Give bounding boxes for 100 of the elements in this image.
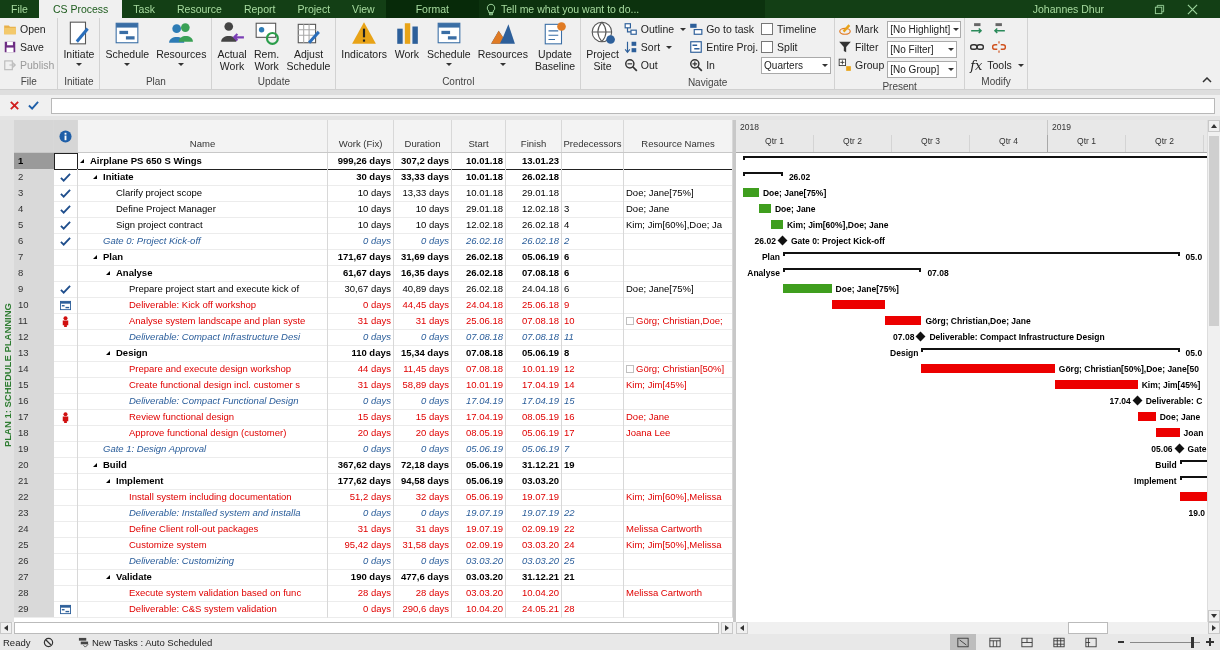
collapse-toggle[interactable] [106, 351, 110, 355]
ribbon-button[interactable]: Indicators [339, 20, 389, 60]
task-name[interactable]: Design [116, 345, 148, 361]
checkbox[interactable] [761, 23, 774, 35]
ribbon-tab[interactable]: Format [385, 0, 479, 18]
ribbon-button[interactable]: Entire Proj. [689, 38, 759, 56]
task-name[interactable]: Gate 1: Design Approval [103, 441, 207, 457]
column-header[interactable]: Name [189, 138, 216, 149]
collapse-toggle[interactable] [93, 255, 97, 259]
summary-bar[interactable] [921, 348, 1180, 352]
task-name[interactable]: Execute system validation based on func [129, 585, 302, 601]
ribbon-button[interactable]: Sort [623, 38, 687, 56]
task-name[interactable]: Define Client roll-out packages [129, 521, 259, 537]
ribbon-tab[interactable]: CS Process [38, 0, 123, 18]
chevron-up-icon[interactable] [1202, 77, 1212, 83]
task-bar[interactable] [770, 220, 783, 229]
ribbon-button[interactable]: In [689, 56, 759, 74]
ribbon-button[interactable]: Adjust Schedule [284, 20, 333, 72]
scroll-down-icon[interactable] [1208, 610, 1220, 622]
task-name[interactable]: Deliverable: Compact Functional Design [129, 393, 299, 409]
task-name[interactable]: Deliverable: Customizing [129, 553, 235, 569]
collapse-toggle[interactable] [80, 159, 84, 163]
search-box[interactable]: Tell me what you want to do... [478, 0, 765, 18]
scroll-left-icon[interactable] [736, 622, 748, 634]
task-name[interactable]: Customize system [129, 537, 207, 553]
plus-icon[interactable] [1206, 638, 1214, 646]
task-name[interactable]: Deliverable: Kick off workshop [129, 297, 257, 313]
task-bar[interactable] [884, 316, 922, 325]
scroll-thumb[interactable] [1209, 136, 1219, 326]
new-tasks-button[interactable]: New Tasks : Auto Scheduled [78, 636, 213, 648]
summary-bar[interactable] [782, 252, 1180, 256]
task-name[interactable]: Build [103, 457, 127, 473]
ribbon-button[interactable]: Group [838, 56, 885, 74]
ribbon-button[interactable]: Go to task [689, 20, 759, 38]
close-icon[interactable] [1187, 3, 1198, 15]
ribbon-button[interactable]: Outline [623, 20, 687, 38]
ribbon-button[interactable]: Mark [838, 20, 885, 38]
task-bar[interactable] [758, 204, 771, 213]
collapse-toggle[interactable] [93, 175, 97, 179]
column-header[interactable]: Work (Fix) [338, 138, 383, 149]
enter-icon[interactable] [28, 100, 39, 111]
column-header[interactable]: Start [468, 138, 489, 149]
task-bar[interactable] [1155, 428, 1180, 437]
ribbon-button[interactable]: Work [391, 20, 422, 60]
slider-thumb[interactable] [1190, 636, 1194, 648]
restore-icon[interactable] [1154, 3, 1165, 15]
row-number[interactable]: 29 [14, 601, 54, 618]
ribbon-tab[interactable]: Resource [165, 0, 233, 18]
ribbon-button[interactable]: Update Baseline [532, 20, 578, 72]
collapse-toggle[interactable] [106, 271, 110, 275]
ribbon-tab[interactable]: Task [122, 0, 166, 18]
ribbon-button[interactable]: fx Tools [968, 56, 1024, 74]
scroll-right-icon[interactable] [1208, 622, 1220, 634]
ribbon-tab[interactable]: View [341, 0, 386, 18]
collapse-toggle[interactable] [106, 575, 110, 579]
column-header[interactable]: Finish [520, 138, 547, 149]
summary-bar[interactable] [742, 156, 1207, 160]
dropdown-field[interactable]: [No Filter] [887, 41, 958, 58]
task-name[interactable]: Implement [116, 473, 164, 489]
ribbon-button[interactable]: Initiate [61, 20, 97, 66]
task-name[interactable]: Sign project contract [116, 217, 203, 233]
checkbox[interactable] [761, 41, 774, 53]
task-name[interactable]: Clarify project scope [116, 185, 203, 201]
column-header[interactable]: Duration [404, 138, 441, 149]
task-bar[interactable] [742, 188, 759, 197]
ribbon-button[interactable]: Actual Work [215, 20, 249, 72]
tell-me-field[interactable]: Tell me what you want to do... [496, 2, 753, 16]
task-name[interactable]: Deliverable: Installed system and installa [129, 505, 301, 521]
ribbon-button[interactable]: Resources [154, 20, 209, 66]
task-name[interactable]: Airplane PS 650 S Wings [90, 153, 202, 169]
task-name[interactable]: Approve functional design (customer) [129, 425, 287, 441]
ribbon-tab[interactable]: Report [232, 0, 287, 18]
dropdown-field[interactable]: [No Group] [887, 61, 958, 78]
record-icon[interactable] [43, 636, 54, 648]
ribbon-button[interactable]: Schedule [424, 20, 473, 66]
task-bar[interactable] [1179, 492, 1207, 501]
task-name[interactable]: Deliverable: C&S system validation [129, 601, 277, 617]
ribbon-button[interactable]: Open [3, 20, 55, 38]
ribbon-button[interactable]: Project Site [584, 20, 621, 72]
user-name[interactable]: Johannes Dhur [1032, 3, 1104, 15]
summary-bar[interactable] [742, 172, 783, 176]
task-name[interactable]: Analyse [116, 265, 153, 281]
ribbon-tab[interactable]: Project [286, 0, 342, 18]
task-name[interactable]: Deliverable: Compact Infrastructure Desi [129, 329, 301, 345]
ribbon-tab[interactable]: File [0, 0, 39, 18]
task-name[interactable]: Create functional design incl. customer s [129, 377, 301, 393]
summary-bar[interactable] [782, 268, 922, 272]
cancel-icon[interactable] [9, 100, 20, 111]
task-name[interactable]: Gate 0: Project Kick-off [103, 233, 201, 249]
scroll-right-icon[interactable] [721, 622, 733, 634]
column-header[interactable]: Predecessors [563, 138, 622, 149]
column-header[interactable]: Resource Names [641, 138, 715, 149]
ribbon-button[interactable]: Filter [838, 38, 885, 56]
dropdown-field[interactable]: [No Highlight] [887, 21, 962, 38]
task-name[interactable]: Install system including documentation [129, 489, 292, 505]
task-name[interactable]: Initiate [103, 169, 134, 185]
scroll-thumb[interactable] [1068, 622, 1108, 634]
view-button[interactable] [950, 634, 976, 650]
task-name[interactable]: Plan [103, 249, 124, 265]
task-name[interactable]: Prepare and execute design workshop [129, 361, 292, 377]
